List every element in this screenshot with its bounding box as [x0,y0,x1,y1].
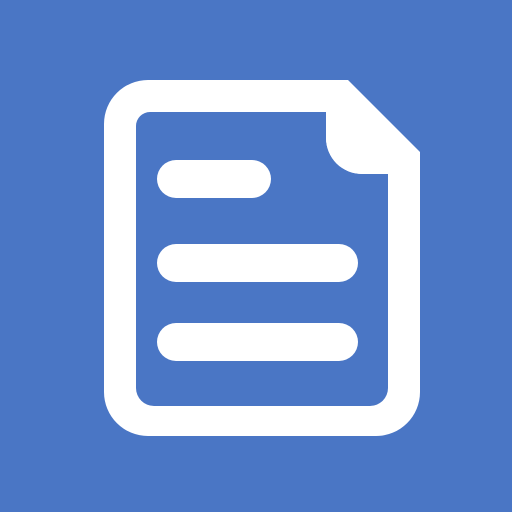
document-icon [0,0,512,512]
text-line [157,244,358,282]
text-line [157,160,271,198]
text-line [157,323,358,361]
app-icon[interactable] [0,0,512,512]
